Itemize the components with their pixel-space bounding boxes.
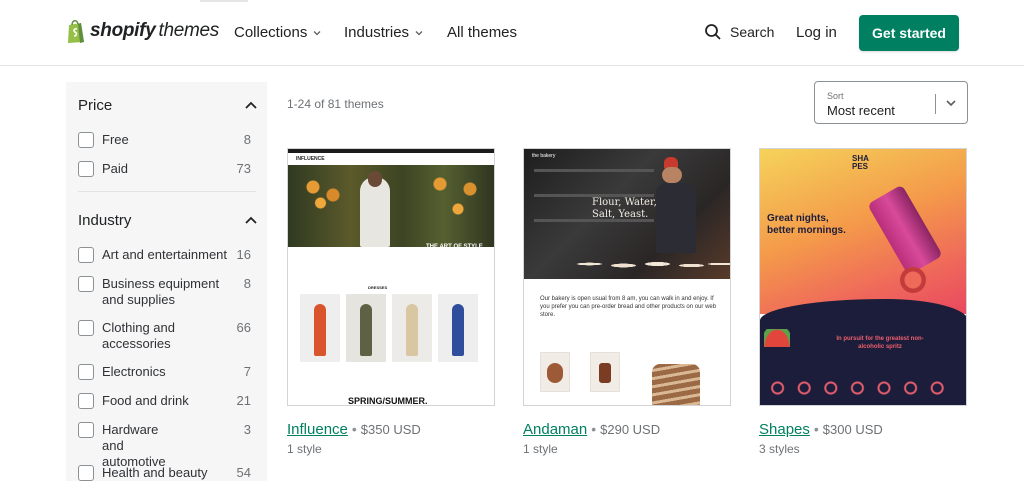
nav-industries[interactable]: Industries: [344, 24, 424, 41]
industry-filter-title: Industry: [78, 212, 132, 229]
logo-suffix: themes: [158, 20, 219, 41]
theme-name-link[interactable]: Andaman: [523, 421, 587, 438]
checkbox[interactable]: [78, 422, 94, 438]
nav-industries-label: Industries: [344, 24, 410, 41]
search-icon: [705, 24, 721, 40]
filter-option-clothing[interactable]: Clothing and accessories 66: [78, 320, 251, 352]
theme-price: $350 USD: [360, 422, 421, 437]
checkbox[interactable]: [78, 132, 94, 148]
search-label: Search: [730, 24, 775, 40]
filter-option-business[interactable]: Business equipment and supplies 8: [78, 276, 251, 308]
nav-all-themes[interactable]: All themes: [447, 24, 517, 41]
sort-value: Most recent: [827, 103, 895, 118]
price-filter-header[interactable]: Price: [78, 97, 258, 114]
checkbox[interactable]: [78, 364, 94, 380]
theme-preview-andaman[interactable]: the bakery Flour, Water, Salt, Yeast. Our…: [523, 148, 731, 406]
filter-option-electronics[interactable]: Electronics 7: [78, 364, 251, 380]
shopify-bag-icon: [66, 18, 86, 44]
sort-label: Sort: [827, 91, 844, 101]
theme-styles: 1 style: [287, 442, 322, 456]
theme-styles: 1 style: [523, 442, 558, 456]
get-started-button[interactable]: Get started: [859, 15, 959, 51]
filter-option-art[interactable]: Art and entertainment 16: [78, 247, 251, 263]
theme-preview-influence[interactable]: INFLUENCE THE ART OF STYLE DRESSES SPRIN…: [287, 148, 495, 406]
divider: [935, 94, 936, 114]
theme-price: $290 USD: [600, 422, 661, 437]
nav-all-themes-label: All themes: [447, 24, 518, 41]
checkbox[interactable]: [78, 276, 94, 292]
logo-brand: shopify: [90, 20, 156, 41]
filter-sidebar: Price Free 8 Paid 73 Industry Art and en…: [66, 82, 267, 481]
industry-filter-header[interactable]: Industry: [78, 212, 258, 229]
price-filter-title: Price: [78, 97, 113, 114]
results-count: 1-24 of 81 themes: [287, 97, 384, 111]
chevron-up-icon: [245, 101, 257, 109]
filter-option-health[interactable]: Health and beauty 54: [78, 465, 251, 481]
theme-preview-shapes[interactable]: SHA PES Great nights, better mornings. In …: [759, 148, 967, 406]
theme-price: $300 USD: [822, 422, 883, 437]
search-button[interactable]: Search: [704, 23, 774, 41]
shopify-themes-logo[interactable]: shopify themes: [66, 18, 219, 44]
theme-name-link[interactable]: Shapes: [759, 421, 810, 438]
filter-option-hardware[interactable]: Hardware and automotive 3: [78, 422, 251, 470]
active-indicator: [200, 0, 248, 2]
theme-name-link[interactable]: Influence: [287, 421, 348, 438]
checkbox[interactable]: [78, 393, 94, 409]
chevron-up-icon: [245, 216, 257, 224]
divider: [78, 191, 256, 192]
preview-body: Our bakery is open usual from 8 am, you …: [540, 296, 717, 318]
nav-collections[interactable]: Collections: [234, 24, 322, 41]
checkbox[interactable]: [78, 465, 94, 481]
nav-collections-label: Collections: [234, 24, 308, 41]
checkbox[interactable]: [78, 247, 94, 263]
chevron-down-icon: [415, 30, 423, 35]
checkbox[interactable]: [78, 320, 94, 336]
login-link[interactable]: Log in: [796, 24, 837, 41]
filter-option-paid[interactable]: Paid 73: [78, 161, 251, 177]
filter-option-food[interactable]: Food and drink 21: [78, 393, 251, 409]
chevron-down-icon: [946, 100, 956, 107]
filter-option-free[interactable]: Free 8: [78, 132, 251, 148]
theme-styles: 3 styles: [759, 442, 800, 456]
chevron-down-icon: [313, 30, 321, 35]
site-header: shopify themes Collections Industries All…: [0, 0, 1024, 66]
preview-tagline: In pursuit for the greatest non-alcoholi…: [836, 336, 924, 350]
checkbox[interactable]: [78, 161, 94, 177]
sort-select[interactable]: Sort Most recent: [814, 81, 968, 124]
